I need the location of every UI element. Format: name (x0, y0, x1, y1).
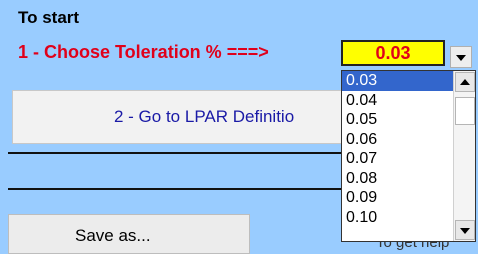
option-0-08[interactable]: 0.08 (342, 169, 453, 189)
option-0-06[interactable]: 0.06 (342, 130, 453, 150)
divider-line (8, 152, 342, 154)
scroll-up-button[interactable] (455, 72, 475, 92)
option-0-07[interactable]: 0.07 (342, 149, 453, 169)
option-0-05[interactable]: 0.05 (342, 110, 453, 130)
tolerance-combo-value[interactable]: 0.03 (341, 40, 445, 66)
save-as-label: Save as... (75, 226, 151, 245)
tolerance-dropdown-list[interactable]: 0.03 0.04 0.05 0.06 0.07 0.08 0.09 0.10 (341, 70, 476, 242)
step1-label: 1 - Choose Toleration % ===> (18, 42, 269, 62)
chevron-down-icon (456, 55, 466, 61)
option-0-03[interactable]: 0.03 (342, 71, 453, 91)
scroll-down-arrow-icon (460, 228, 470, 234)
divider-line (8, 188, 342, 190)
go-to-lpar-definition-button[interactable]: 2 - Go to LPAR Definitio (12, 90, 342, 144)
dropdown-scrollbar[interactable] (453, 71, 475, 241)
scrollbar-thumb[interactable] (455, 97, 475, 125)
option-list: 0.03 0.04 0.05 0.06 0.07 0.08 0.09 0.10 (342, 71, 453, 241)
tolerance-combo-dropdown-button[interactable] (450, 46, 472, 68)
scroll-down-button[interactable] (455, 220, 475, 240)
scroll-up-arrow-icon (460, 79, 470, 85)
sheet-heading: To start (18, 8, 80, 27)
go-to-lpar-definition-label: 2 - Go to LPAR Definitio (114, 107, 295, 126)
option-0-04[interactable]: 0.04 (342, 91, 453, 111)
option-0-10[interactable]: 0.10 (342, 208, 453, 228)
save-as-button[interactable]: Save as... (8, 214, 250, 254)
option-0-09[interactable]: 0.09 (342, 188, 453, 208)
